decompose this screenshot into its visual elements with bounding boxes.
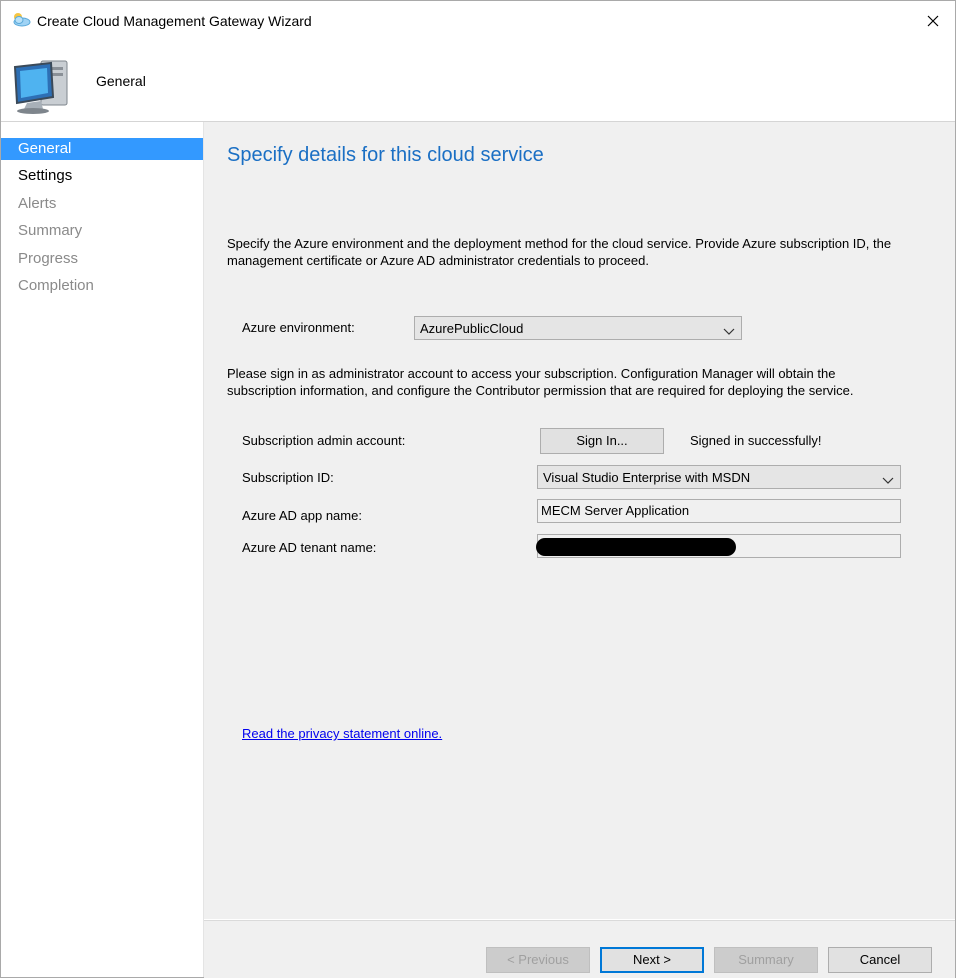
app-name-value: MECM Server Application [541, 503, 690, 518]
wizard-window: Create Cloud Management Gateway Wizard G… [0, 0, 956, 978]
cancel-button[interactable]: Cancel [828, 947, 932, 973]
title-bar: Create Cloud Management Gateway Wizard [1, 1, 955, 41]
subscription-id-dropdown[interactable]: Visual Studio Enterprise with MSDN [537, 465, 901, 489]
chevron-down-icon [882, 473, 894, 484]
chevron-down-icon [723, 324, 735, 335]
nav-item-completion[interactable]: Completion [1, 275, 203, 297]
app-name-label: Azure AD app name: [242, 508, 362, 523]
content-panel: Specify details for this cloud service S… [204, 122, 955, 919]
wizard-header: General [1, 41, 955, 122]
azure-environment-dropdown[interactable]: AzurePublicCloud [414, 316, 742, 340]
page-description: Specify the Azure environment and the de… [227, 236, 892, 268]
nav-item-alerts[interactable]: Alerts [1, 193, 203, 215]
computer-icon [11, 53, 77, 115]
subscription-id-value: Visual Studio Enterprise with MSDN [543, 470, 751, 485]
privacy-statement-link[interactable]: Read the privacy statement online. [242, 726, 442, 741]
azure-environment-label: Azure environment: [242, 320, 355, 335]
page-heading: Specify details for this cloud service [227, 144, 544, 166]
subscription-id-label: Subscription ID: [242, 470, 334, 485]
nav-item-summary[interactable]: Summary [1, 220, 203, 242]
nav-item-settings[interactable]: Settings [1, 165, 203, 187]
signin-description: Please sign in as administrator account … [227, 366, 854, 398]
nav-item-progress[interactable]: Progress [1, 248, 203, 270]
window-title: Create Cloud Management Gateway Wizard [37, 13, 312, 29]
sign-in-button[interactable]: Sign In... [540, 428, 664, 454]
header-title: General [96, 73, 146, 89]
close-icon[interactable] [919, 7, 947, 35]
wizard-footer: < Previous Next > Summary Cancel [204, 920, 955, 978]
subscription-admin-label: Subscription admin account: [242, 433, 406, 448]
next-button[interactable]: Next > [600, 947, 704, 973]
azure-environment-value: AzurePublicCloud [420, 321, 524, 336]
sign-in-status: Signed in successfully! [690, 433, 822, 448]
previous-button[interactable]: < Previous [486, 947, 590, 973]
summary-button[interactable]: Summary [714, 947, 818, 973]
wizard-nav: General Settings Alerts Summary Progress… [1, 122, 204, 977]
cloud-wizard-icon [11, 11, 31, 27]
tenant-name-label: Azure AD tenant name: [242, 540, 377, 555]
nav-item-general[interactable]: General [1, 138, 203, 160]
redaction-mark [536, 538, 736, 556]
app-name-field[interactable]: MECM Server Application [537, 499, 901, 523]
